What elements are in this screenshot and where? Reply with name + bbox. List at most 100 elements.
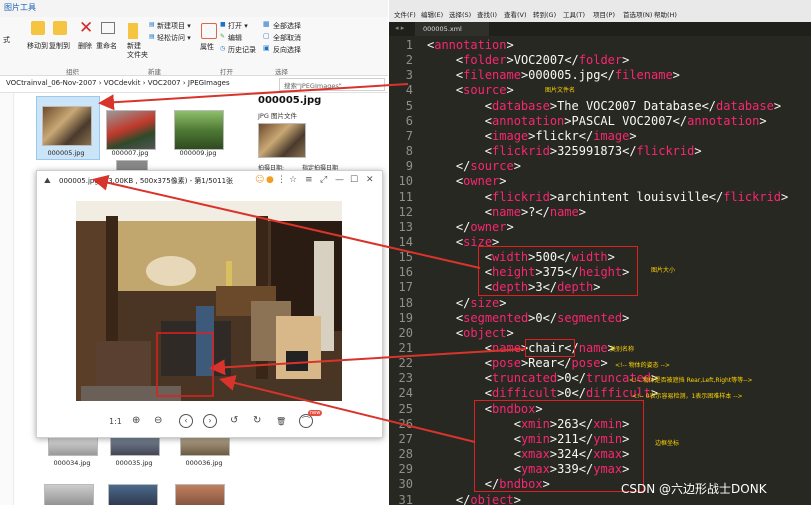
copy-to-icon — [53, 21, 67, 35]
avatar-icon[interactable]: ☺ — [255, 175, 264, 185]
file-label[interactable]: 000036.jpg — [174, 459, 234, 467]
breadcrumb-separator: › — [182, 79, 186, 87]
copy-to-button[interactable]: 复制到 — [49, 41, 70, 51]
minimize-icon[interactable]: — — [335, 175, 344, 185]
tab-picture-tools[interactable]: 图片工具 — [4, 2, 36, 13]
actual-size-button[interactable]: 1:1 — [109, 417, 122, 426]
code-line[interactable]: <object> — [427, 326, 514, 340]
menu-item-help[interactable]: 帮助(H) — [654, 9, 677, 19]
file-thumbnail-partial[interactable] — [108, 484, 158, 505]
breadcrumb[interactable]: VOCtrainval_06-Nov-2007 › VOCdevkit › VO… — [6, 79, 230, 87]
photo-image — [76, 201, 342, 401]
history-button[interactable]: 历史记录 — [228, 45, 256, 55]
file-thumbnail-000005[interactable] — [42, 106, 92, 146]
address-bar[interactable]: VOCtrainval_06-Nov-2007 › VOCdevkit › VO… — [0, 76, 388, 93]
delete-button[interactable]: 删除 — [78, 41, 92, 51]
annotation-truncated: <!-- 物体是否被遮挡 Rear,Left,Right等等--> — [629, 377, 753, 384]
file-thumbnail-partial[interactable] — [44, 484, 94, 505]
favorite-icon[interactable]: ☆ — [289, 175, 297, 185]
file-thumbnail-partial[interactable] — [175, 484, 225, 505]
breadcrumb-item[interactable]: VOCtrainval_06-Nov-2007 — [6, 79, 96, 87]
file-label[interactable]: 000005.jpg — [36, 149, 96, 157]
invert-selection-button[interactable]: 反向选择 — [273, 45, 301, 55]
file-thumbnail-000034[interactable] — [48, 436, 98, 456]
breadcrumb-item[interactable]: VOCdevkit — [104, 79, 141, 87]
code-line[interactable]: <flickrid>archintent louisville</flickri… — [427, 190, 788, 204]
fullscreen-icon[interactable]: ⤢ — [320, 175, 327, 185]
code-line[interactable]: <segmented>0</segmented> — [427, 311, 629, 325]
code-line[interactable]: <database>The VOC2007 Database</database… — [427, 99, 781, 113]
zoom-out-icon[interactable]: ⊖ — [154, 415, 162, 426]
menu-item-tools[interactable]: 工具(T) — [563, 9, 585, 19]
code-line[interactable]: </size> — [427, 296, 507, 310]
menu-item-find[interactable]: 查找(I) — [477, 9, 497, 19]
menu-item-selection[interactable]: 选择(S) — [449, 9, 471, 19]
code-line[interactable]: <name>?</name> — [427, 205, 586, 219]
code-line[interactable]: <flickrid>325991873</flickrid> — [427, 144, 702, 158]
new-item-menu[interactable]: 新建项目 ▾ — [157, 21, 191, 31]
file-thumbnail-000007[interactable] — [106, 110, 156, 150]
code-line[interactable]: <truncated>0</truncated> — [427, 371, 658, 385]
line-number: 7 — [405, 128, 413, 143]
navigation-pane[interactable] — [0, 93, 14, 505]
properties-button[interactable]: 属性 — [200, 42, 214, 52]
code-line[interactable]: <folder>VOC2007</folder> — [427, 53, 629, 67]
file-label[interactable]: 000035.jpg — [104, 459, 164, 467]
code-line[interactable]: </owner> — [427, 220, 514, 234]
breadcrumb-item[interactable]: VOC2007 — [148, 79, 181, 87]
menu-icon[interactable]: ≡ — [305, 175, 313, 185]
search-input[interactable]: 搜索"JPEGImages" — [279, 78, 385, 91]
new-folder-button[interactable]: 新建 文件夹 — [127, 42, 148, 60]
line-number-gutter: 1 2 3 4 5 6 7 8 9 10 11 12 13 14 15 16 17 18 19 20 21 22 23 24 2… — [389, 36, 423, 505]
code-line[interactable]: <pose>Rear</pose> — [427, 356, 608, 370]
menu-item-project[interactable]: 项目(P) — [593, 9, 615, 19]
file-label[interactable]: 000009.jpg — [168, 149, 228, 157]
rename-button[interactable]: 重命名 — [96, 41, 117, 51]
file-label[interactable]: 000007.jpg — [100, 149, 160, 157]
code-line[interactable]: <filename>000005.jpg</filename> — [427, 68, 680, 82]
code-line[interactable]: <annotation> — [427, 38, 514, 52]
ribbon: 式 移动到 复制到 ✕ 删除 重命名 新建 文件夹 ▤ 新建项目 ▾ ▤ 轻松访… — [0, 17, 388, 76]
annotation-bbox: 边框坐标 — [655, 440, 680, 447]
file-label[interactable]: 000034.jpg — [42, 459, 102, 467]
code-line[interactable]: <owner> — [427, 174, 507, 188]
previous-icon[interactable]: ‹ — [179, 414, 193, 428]
rotate-left-icon[interactable]: ↺ — [230, 415, 238, 426]
tab-bar: ◂ ▸ 000005.xml — [389, 22, 811, 36]
code-line[interactable]: <name>chair</name> — [427, 341, 615, 355]
menu-item-file[interactable]: 文件(F) — [394, 9, 416, 19]
code-line[interactable]: <source> — [427, 83, 514, 97]
code-line[interactable]: <image>flickr</image> — [427, 129, 637, 143]
close-icon[interactable]: ✕ — [366, 175, 374, 185]
file-thumbnail-000036[interactable] — [180, 436, 230, 456]
select-all-button[interactable]: 全部选择 — [273, 21, 301, 31]
code-line[interactable]: <difficult>0</difficult> — [427, 386, 658, 400]
more-tools-icon[interactable]: ⌒ — [299, 414, 313, 428]
file-thumbnail-000035[interactable] — [110, 436, 160, 456]
ribbon-tab-bar: 图片工具 — [0, 0, 388, 18]
maximize-icon[interactable]: ☐ — [350, 175, 358, 185]
tab-nav-arrows[interactable]: ◂ ▸ — [395, 24, 404, 32]
code-line[interactable]: <annotation>PASCAL VOC2007</annotation> — [427, 114, 767, 128]
next-icon[interactable]: › — [203, 414, 217, 428]
zoom-in-icon[interactable]: ⊕ — [132, 415, 140, 426]
more-options-icon[interactable]: ⋮ — [277, 175, 286, 185]
easy-access-menu[interactable]: 轻松访问 ▾ — [157, 33, 191, 43]
chair-highlight-box — [525, 339, 575, 357]
code-line[interactable]: </object> — [427, 493, 521, 505]
select-none-button[interactable]: 全部取消 — [273, 33, 301, 43]
code-line[interactable]: </source> — [427, 159, 521, 173]
line-number: 13 — [398, 219, 413, 234]
menu-item-view[interactable]: 查看(V) — [504, 9, 527, 19]
open-menu[interactable]: 打开 ▾ — [228, 21, 248, 31]
rotate-right-icon[interactable]: ↻ — [253, 415, 261, 426]
menu-item-goto[interactable]: 转到(G) — [533, 9, 556, 19]
menu-item-preferences[interactable]: 首选项(N) — [623, 9, 652, 19]
tab-000005-xml[interactable]: 000005.xml — [415, 22, 489, 36]
delete-icon[interactable]: 🗑 — [276, 417, 286, 426]
move-to-button[interactable]: 移动到 — [27, 41, 48, 51]
edit-button[interactable]: 编辑 — [228, 33, 242, 43]
menu-item-edit[interactable]: 编辑(E) — [421, 9, 443, 19]
breadcrumb-item[interactable]: JPEGImages — [188, 79, 230, 87]
file-thumbnail-000009[interactable] — [174, 110, 224, 150]
